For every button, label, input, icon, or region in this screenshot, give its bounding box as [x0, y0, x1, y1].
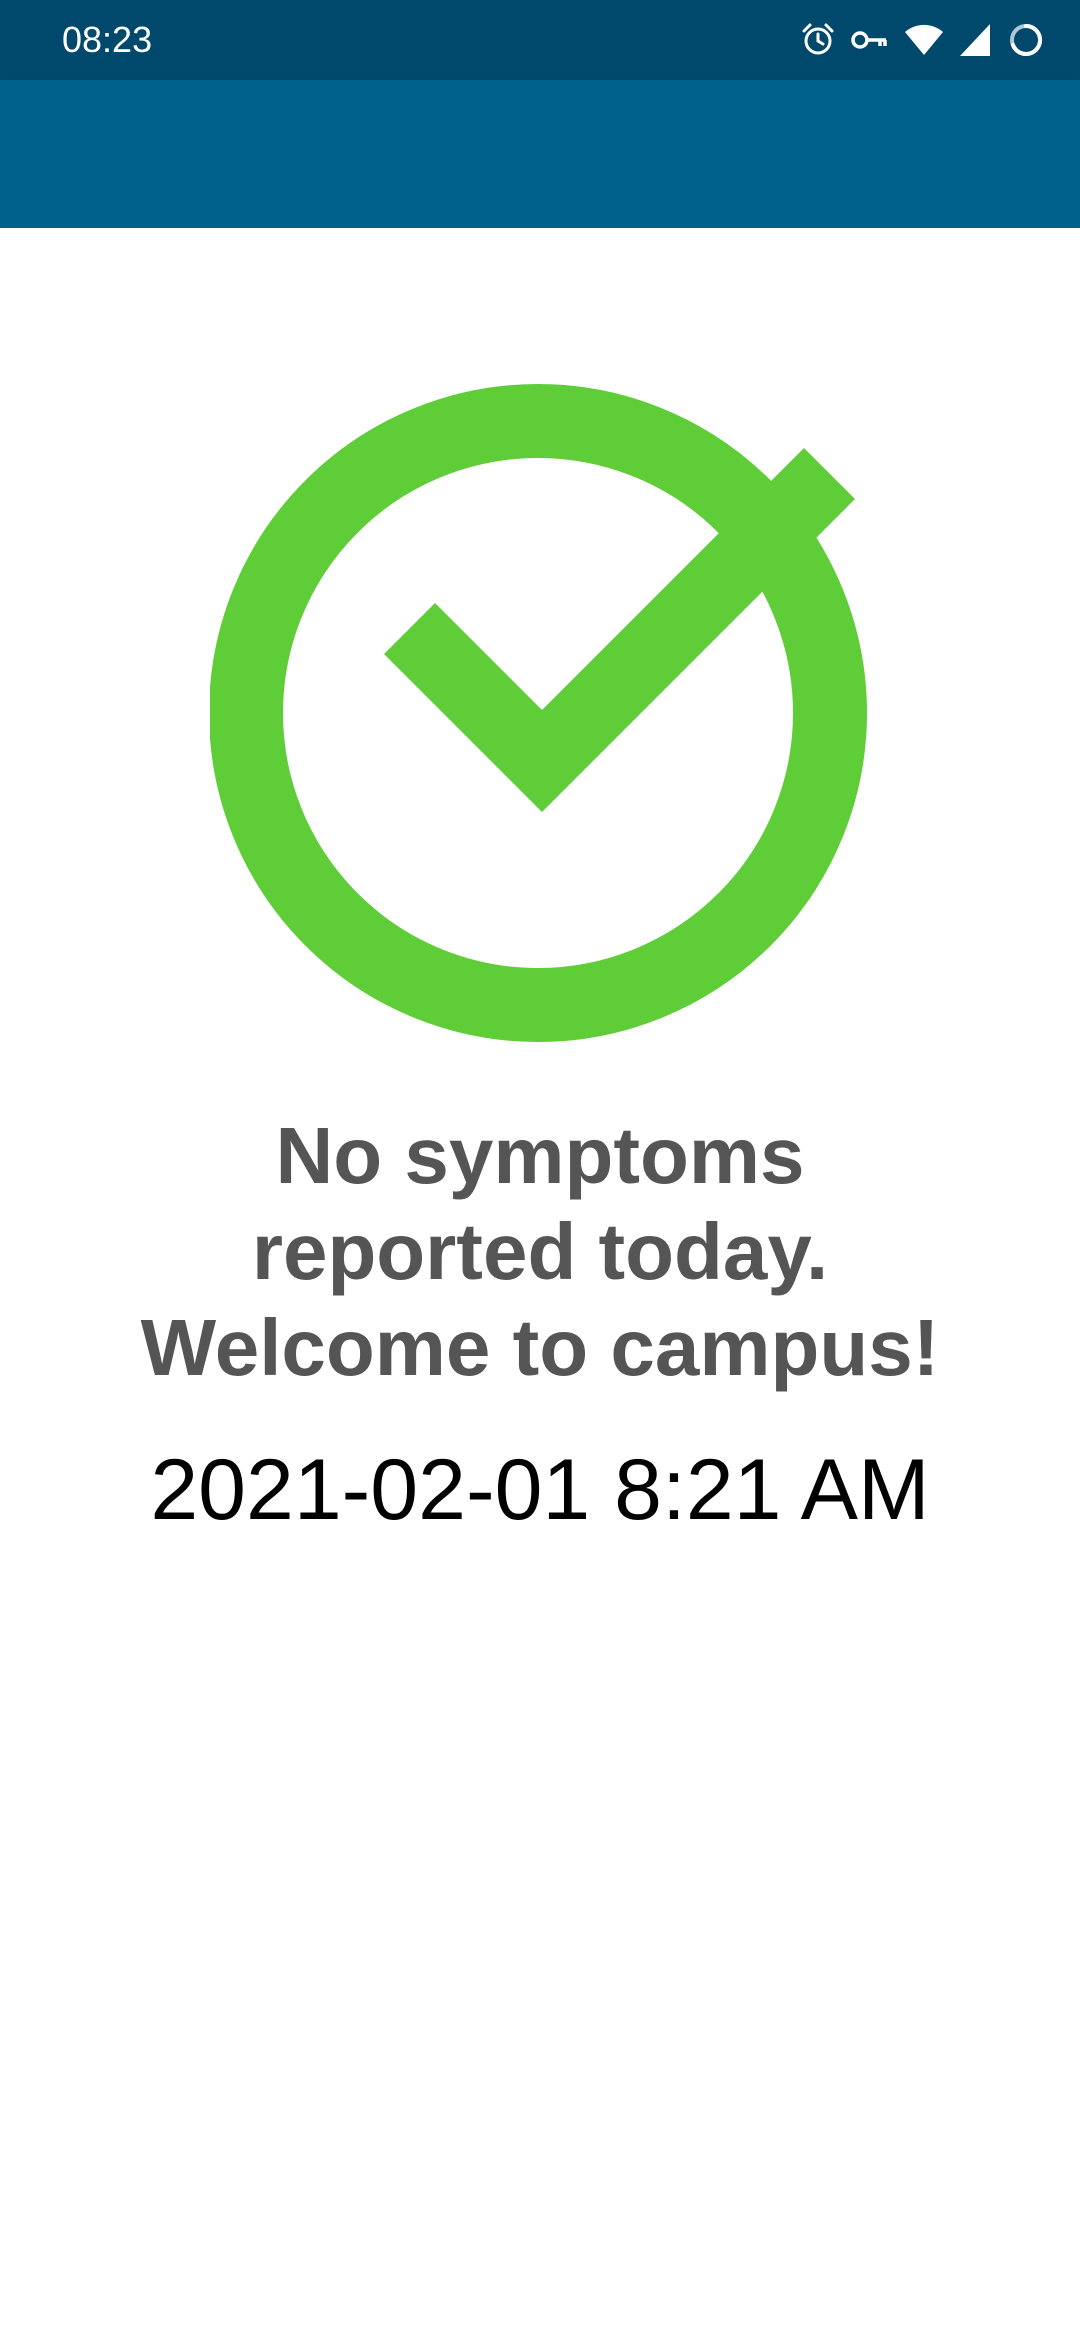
status-message-line: No symptoms [275, 1111, 805, 1200]
app-bar [0, 80, 1080, 228]
sync-progress-icon [1010, 23, 1043, 56]
status-message: No symptoms reported today. Welcome to c… [60, 1108, 1020, 1396]
cellular-signal-icon [960, 24, 990, 56]
status-icons [800, 18, 1046, 62]
check-circle-icon [210, 384, 867, 1042]
alarm-icon [802, 23, 834, 55]
content-area: No symptoms reported today. Welcome to c… [0, 228, 1080, 2340]
status-time: 08:23 [62, 19, 153, 60]
wifi-icon [905, 24, 943, 55]
report-timestamp: 2021-02-01 8:21 AM [150, 1442, 930, 1538]
status-bar: 08:23 [0, 0, 1080, 80]
status-message-line: Welcome to campus! [140, 1303, 940, 1392]
vpn-key-icon [851, 31, 887, 49]
status-message-line: reported today. [251, 1207, 829, 1296]
